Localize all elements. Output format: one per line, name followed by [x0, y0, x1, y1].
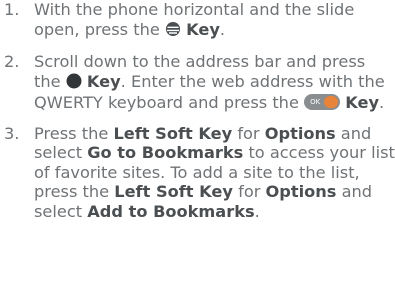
step-number: 2. — [4, 52, 20, 71]
center-select-key-icon — [66, 73, 82, 94]
browser-globe-icon — [165, 21, 181, 42]
step-text: Press the Left Soft Key for Options and … — [34, 123, 395, 221]
step-number: 3. — [4, 123, 20, 143]
step-number: 1. — [4, 0, 20, 19]
key-label: Key — [86, 71, 121, 91]
step-1: 1. With the phone horizontal and the sli… — [0, 0, 395, 41]
step-2: 2. Scroll down to the address bar and pr… — [0, 52, 395, 113]
instruction-steps: 1. With the phone horizontal and the sli… — [0, 0, 395, 221]
step-text: With the phone horizontal and the slide … — [34, 0, 354, 39]
step-text: Scroll down to the address bar and press… — [34, 52, 385, 112]
ok-enter-key-icon: OK — [304, 94, 341, 110]
key-label: Key — [345, 93, 380, 112]
key-label: Key — [186, 19, 220, 39]
step-3: 3. Press the Left Soft Key for Options a… — [0, 124, 395, 222]
